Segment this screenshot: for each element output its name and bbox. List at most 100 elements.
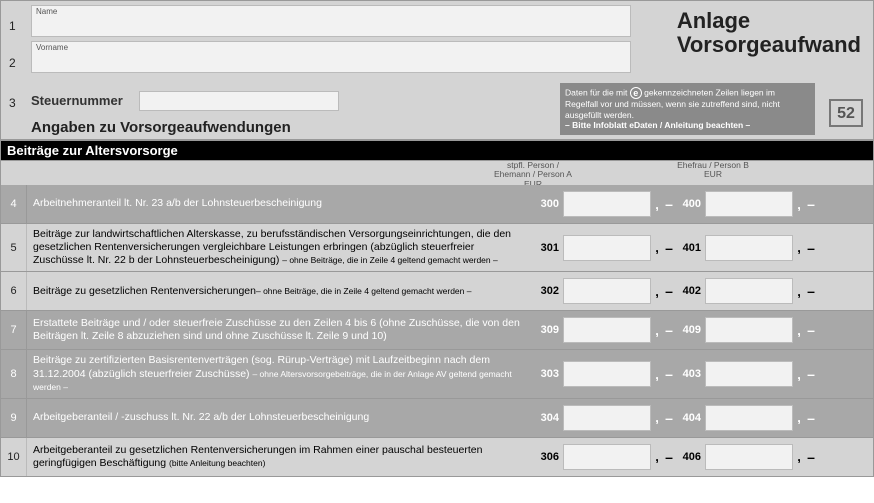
row-number: 2 [9,56,16,70]
amount-input-b[interactable] [705,405,793,431]
decimal-comma: , [651,323,663,338]
value-cell-b: 400,– [675,191,817,217]
row-number: 10 [1,438,27,476]
dash-cents: – [805,196,817,212]
form-row: 9Arbeitgeberanteil / -zuschuss lt. Nr. 2… [0,399,874,438]
amount-input-b[interactable] [705,235,793,261]
value-cell-a: 300,– [533,191,675,217]
decimal-comma: , [651,284,663,299]
row-number: 9 [1,399,27,437]
row-value-cells: 303,–403,–e [533,350,873,397]
amount-input-b[interactable] [705,191,793,217]
row-value-cells: 302,–402,– [533,272,873,310]
row-description: Beiträge zu zertifizierten Basisrentenve… [27,350,533,397]
field-code: 404 [675,412,705,424]
vorname-field-group: Vorname [31,41,631,73]
decimal-comma: , [793,240,805,255]
amount-input-b[interactable] [705,317,793,343]
dash-cents: – [663,366,675,382]
value-cell-a: 303,– [533,361,675,387]
col-header-b: Ehefrau / Person B EUR [653,161,773,180]
amount-input-a[interactable] [563,361,651,387]
decimal-comma: , [651,449,663,464]
form-page: 1 2 3 Name Vorname Anlage Vorsorgeaufwan… [0,0,874,477]
row-value-cells: 306,–406,– [533,438,873,476]
form-row: 6Beiträge zu gesetzlichen Rentenversiche… [0,272,874,311]
dash-cents: – [663,322,675,338]
dash-cents: – [663,410,675,426]
amount-input-a[interactable] [563,317,651,343]
column-headers: stpfl. Person / Ehemann / Person A EUR E… [0,161,874,185]
row-number: 5 [1,224,27,271]
form-title-line1: Anlage [677,8,750,33]
dash-cents: – [663,449,675,465]
row-number: 8 [1,350,27,397]
form-row: 5Beiträge zur landwirtschaftlichen Alter… [0,224,874,272]
dash-cents: – [805,366,817,382]
dash-cents: – [805,283,817,299]
row-value-cells: 309,–409,–e [533,311,873,349]
steuernummer-row: Steuernummer [31,91,339,111]
row-number: 7 [1,311,27,349]
field-code: 302 [533,285,563,297]
form-row: 7Erstattete Beiträge und / oder steuerfr… [0,311,874,350]
dash-cents: – [805,449,817,465]
form-row: 8Beiträge zu zertifizierten Basisrentenv… [0,350,874,398]
decimal-comma: , [793,449,805,464]
header-block: 1 2 3 Name Vorname Anlage Vorsorgeaufwan… [0,0,874,140]
value-cell-a: 301,– [533,235,675,261]
value-cell-b: 402,– [675,278,817,304]
section-title-bar: Beiträge zur Altersvorsorge [0,140,874,161]
edaten-note: Daten für die mit e gekennzeichneten Zei… [560,83,815,135]
dash-cents: – [805,410,817,426]
value-cell-a: 302,– [533,278,675,304]
vorname-input-container: Vorname [31,41,631,73]
name-input[interactable] [36,16,626,34]
value-cell-b: 404,– [675,405,817,431]
value-cell-b: 406,– [675,444,817,470]
row-number: 3 [9,96,16,110]
name-label: Name [36,7,626,16]
row-description: Beiträge zu gesetzlichen Rentenversicher… [27,272,533,310]
name-field-group: Name [31,5,631,37]
vorname-input[interactable] [36,52,626,70]
decimal-comma: , [651,367,663,382]
value-cell-a: 309,– [533,317,675,343]
section-heading: Angaben zu Vorsorgeaufwendungen [31,119,291,136]
amount-input-a[interactable] [563,444,651,470]
rows-container: 4Arbeitnehmeranteil lt. Nr. 23 a/b der L… [0,185,874,477]
amount-input-a[interactable] [563,405,651,431]
decimal-comma: , [793,197,805,212]
row-number: 4 [1,185,27,223]
row-description: Arbeitnehmeranteil lt. Nr. 23 a/b der Lo… [27,185,533,223]
row-description: Arbeitgeberanteil zu gesetzlichen Renten… [27,438,533,476]
form-title-line2: Vorsorgeaufwand [677,32,861,57]
value-cell-b: 409,– [675,317,817,343]
dash-cents: – [805,240,817,256]
decimal-comma: , [793,284,805,299]
field-code: 301 [533,242,563,254]
field-code: 306 [533,451,563,463]
decimal-comma: , [793,367,805,382]
field-code: 403 [675,368,705,380]
row-description: Beiträge zur landwirtschaftlichen Alters… [27,224,533,271]
amount-input-b[interactable] [705,444,793,470]
field-code: 303 [533,368,563,380]
value-cell-a: 304,– [533,405,675,431]
field-code: 409 [675,324,705,336]
row-number: 6 [1,272,27,310]
amount-input-b[interactable] [705,278,793,304]
amount-input-b[interactable] [705,361,793,387]
dash-cents: – [663,283,675,299]
amount-input-a[interactable] [563,235,651,261]
amount-input-a[interactable] [563,278,651,304]
decimal-comma: , [651,197,663,212]
field-code: 304 [533,412,563,424]
steuernummer-input[interactable] [139,91,339,111]
form-row: 10Arbeitgeberanteil zu gesetzlichen Rent… [0,438,874,477]
amount-input-a[interactable] [563,191,651,217]
field-code: 401 [675,242,705,254]
form-row: 4Arbeitnehmeranteil lt. Nr. 23 a/b der L… [0,185,874,224]
vorname-label: Vorname [36,43,626,52]
dash-cents: – [805,322,817,338]
